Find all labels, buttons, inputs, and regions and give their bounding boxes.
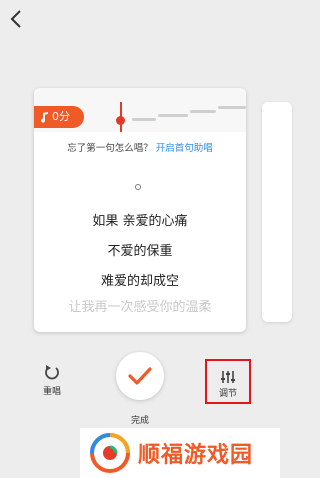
- adjust-highlight-box: 调节: [205, 359, 251, 404]
- first-line-assist-link[interactable]: 开启首句助唱: [156, 143, 213, 154]
- finish-button[interactable]: [116, 352, 164, 400]
- resing-button[interactable]: 重唱: [34, 364, 70, 404]
- pitch-cursor-dot: [116, 116, 125, 125]
- score-value: 0分: [52, 110, 70, 123]
- score-badge: 0分: [34, 106, 94, 128]
- countdown-dot: [135, 184, 141, 190]
- pitch-note: [132, 118, 156, 121]
- pitch-track: 0分: [34, 88, 246, 132]
- lyric-line: 如果 亲爱的心痛: [92, 214, 188, 229]
- check-icon: [128, 367, 152, 385]
- next-lyric-card: [262, 102, 292, 322]
- music-note-icon: [41, 111, 48, 123]
- lyric-card: 0分 忘了第一句怎么唱？ 开启首句助唱 如果 亲爱的心痛 不爱的保重 难爱的却成…: [34, 88, 246, 332]
- lyric-line: 让我再一次感受你的温柔: [68, 300, 212, 315]
- retry-icon: [43, 364, 61, 380]
- back-button[interactable]: [6, 8, 28, 30]
- finish-label: 完成: [130, 416, 149, 426]
- back-arrow-icon: [10, 10, 21, 28]
- watermark-text: 顺福游戏园: [138, 443, 254, 468]
- adjust-label: 调节: [218, 389, 237, 399]
- lyric-line: 不爱的保重: [107, 244, 173, 259]
- pitch-note: [218, 106, 246, 109]
- sliders-icon: [220, 369, 236, 383]
- pitch-note: [190, 110, 216, 113]
- hint-text: 忘了第一句怎么唱？: [67, 143, 153, 154]
- watermark: 顺福游戏园: [80, 428, 280, 478]
- pitch-note: [158, 114, 188, 117]
- resing-label: 重唱: [42, 387, 61, 397]
- site-logo-icon: [90, 433, 130, 473]
- lyric-line: 难爱的却成空: [100, 274, 179, 289]
- adjust-button[interactable]: 调节: [207, 361, 249, 402]
- first-line-hint: 忘了第一句怎么唱？ 开启首句助唱: [34, 140, 246, 154]
